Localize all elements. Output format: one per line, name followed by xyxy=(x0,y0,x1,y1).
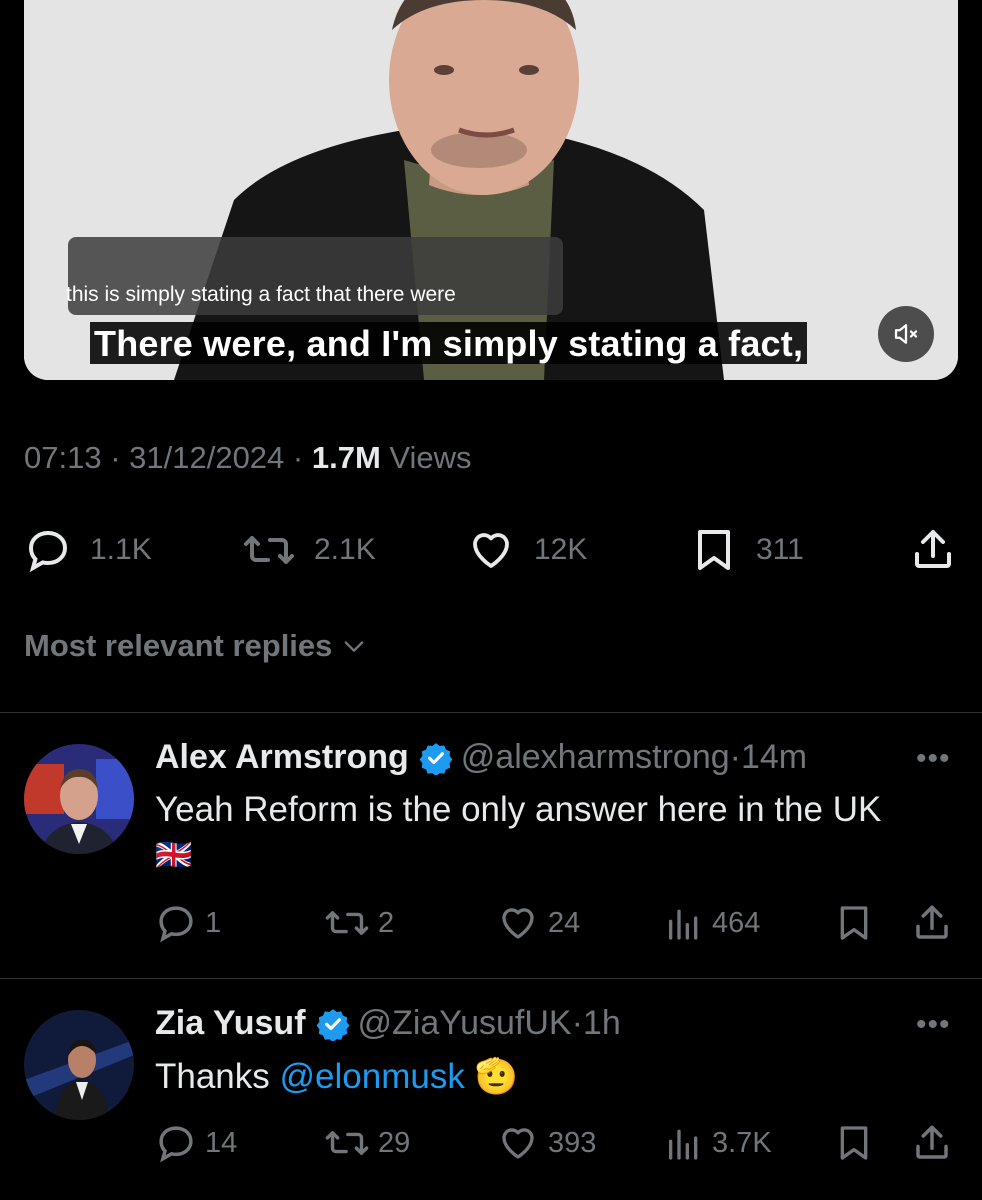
auto-caption-text: this is simply stating a fact that there… xyxy=(66,283,456,306)
tweet-time: 07:13 xyxy=(24,440,102,475)
burned-subtitle: There were, and I'm simply stating a fac… xyxy=(90,322,808,364)
chevron-down-icon xyxy=(345,641,364,652)
more-options-icon[interactable]: ••• xyxy=(916,742,951,776)
share-icon xyxy=(916,1125,948,1159)
views-icon xyxy=(669,909,698,940)
like-count: 24 xyxy=(548,906,581,939)
tweet-actions: 1.1K 2.1K 12K 311 xyxy=(24,522,958,578)
reply-icon xyxy=(159,906,193,943)
reply-like-button[interactable]: 393 xyxy=(496,1118,596,1168)
reply-time: 1h xyxy=(582,1004,621,1042)
avatar[interactable] xyxy=(24,744,134,854)
more-options-icon[interactable]: ••• xyxy=(916,1008,951,1042)
author-name[interactable]: Zia Yusuf xyxy=(155,1004,306,1043)
heart-icon xyxy=(502,908,534,939)
share-icon xyxy=(915,530,951,568)
bookmark-icon xyxy=(698,530,730,570)
reply-views-button[interactable]: 3.7K xyxy=(664,1118,772,1168)
like-button[interactable]: 12K xyxy=(466,522,587,578)
views-count: 464 xyxy=(712,906,761,939)
views-count: 1.7M xyxy=(311,440,381,475)
repost-icon xyxy=(325,911,369,935)
reply-item[interactable]: Alex Armstrong @alexharmstrong · 14m •••… xyxy=(0,712,982,978)
author-name[interactable]: Alex Armstrong xyxy=(155,738,409,777)
repost-icon xyxy=(325,1131,369,1155)
reply-count: 14 xyxy=(205,1126,238,1159)
reply-text-prefix: Thanks xyxy=(155,1057,280,1096)
reply-text: Yeah Reform is the only answer here in t… xyxy=(155,790,882,829)
views-count: 3.7K xyxy=(712,1126,772,1159)
tweet-meta: 07:13 · 31/12/2024 · 1.7M Views xyxy=(24,440,472,475)
mention-link[interactable]: @elonmusk xyxy=(280,1057,465,1096)
repost-count: 2 xyxy=(378,906,395,939)
like-count: 393 xyxy=(548,1126,597,1159)
bookmark-count: 311 xyxy=(756,533,804,566)
like-count: 12K xyxy=(534,533,588,566)
avatar-image xyxy=(24,744,134,854)
reply-bookmark-button[interactable] xyxy=(834,1118,874,1168)
replies-sort-dropdown[interactable]: Most relevant replies xyxy=(24,628,368,664)
views-label: Views xyxy=(389,440,472,475)
reply-views-button[interactable]: 464 xyxy=(664,898,760,948)
repost-count: 29 xyxy=(378,1126,411,1159)
reply-item[interactable]: Zia Yusuf @ZiaYusufUK · 1h ••• Thanks @e… xyxy=(0,978,982,1200)
avatar-image xyxy=(24,1010,134,1120)
reply-repost-button[interactable]: 29 xyxy=(324,1118,410,1168)
reply-share-button[interactable] xyxy=(910,898,954,948)
reply-time: 14m xyxy=(740,738,808,776)
verified-badge-icon xyxy=(316,1008,349,1041)
repost-button[interactable]: 2.1K xyxy=(242,522,376,578)
reply-reply-button[interactable]: 14 xyxy=(155,1118,237,1168)
reply-icon xyxy=(159,1126,193,1163)
mute-button[interactable] xyxy=(878,306,934,362)
reply-count: 1.1K xyxy=(90,533,152,566)
sort-label: Most relevant replies xyxy=(24,628,333,663)
reply-icon xyxy=(28,530,68,573)
reply-count: 1 xyxy=(205,906,222,939)
reply-text: Thanks @elonmusk 🫡 xyxy=(155,1056,518,1097)
heart-icon xyxy=(473,533,509,568)
avatar[interactable] xyxy=(24,1010,134,1120)
author-handle[interactable]: @alexharmstrong xyxy=(461,738,730,777)
bookmark-button[interactable]: 311 xyxy=(690,522,804,578)
reply-reply-button[interactable]: 1 xyxy=(155,898,221,948)
speaker-muted-icon xyxy=(894,324,918,344)
reply-header: Alex Armstrong @alexharmstrong · 14m xyxy=(155,738,808,777)
tweet-date: 31/12/2024 xyxy=(129,440,285,475)
reply-repost-button[interactable]: 2 xyxy=(324,898,394,948)
reply-like-button[interactable]: 24 xyxy=(496,898,580,948)
repost-count: 2.1K xyxy=(314,533,376,566)
heart-icon xyxy=(502,1128,534,1159)
views-icon xyxy=(669,1129,698,1160)
author-handle[interactable]: @ZiaYusufUK xyxy=(358,1004,572,1043)
verified-badge-icon xyxy=(419,742,453,775)
share-icon xyxy=(916,905,948,939)
saluting-face-emoji: 🫡 xyxy=(474,1057,519,1096)
bookmark-icon xyxy=(840,1126,868,1160)
bookmark-icon xyxy=(840,906,868,940)
reply-share-button[interactable] xyxy=(910,1118,954,1168)
uk-flag-emoji: 🇬🇧 xyxy=(155,839,193,872)
reply-button[interactable]: 1.1K xyxy=(24,522,152,578)
share-button[interactable] xyxy=(908,522,958,578)
reply-bookmark-button[interactable] xyxy=(834,898,874,948)
reply-header: Zia Yusuf @ZiaYusufUK · 1h xyxy=(155,1004,621,1043)
repost-icon xyxy=(244,536,294,564)
